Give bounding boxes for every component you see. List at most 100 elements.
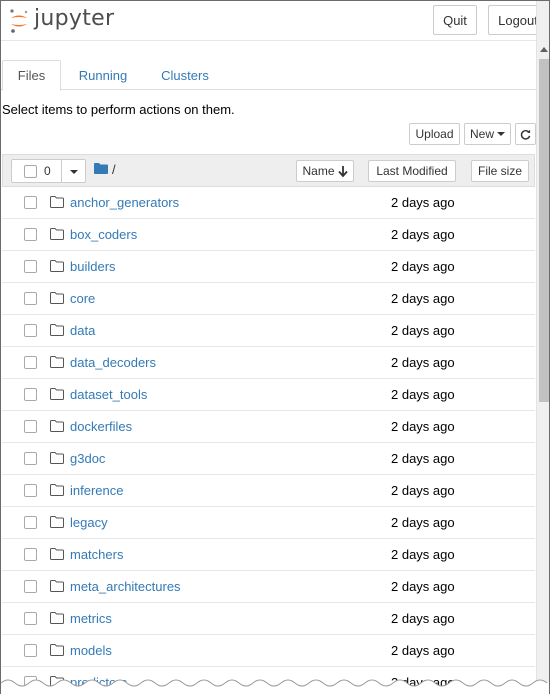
item-checkbox[interactable] [24, 228, 37, 241]
instructions-text: Select items to perform actions on them. [2, 102, 235, 117]
item-name-link[interactable]: meta_architectures [70, 579, 181, 594]
sort-by-last-modified-button[interactable]: Last Modified [368, 160, 456, 182]
jupyter-window: jupyter Quit Logout Files Running Cluste… [0, 0, 550, 694]
folder-icon [50, 516, 64, 528]
folder-icon [50, 324, 64, 336]
item-checkbox[interactable] [24, 356, 37, 369]
tab-running[interactable]: Running [67, 60, 139, 90]
list-item[interactable]: inference 2 days ago [2, 475, 535, 507]
item-name-link[interactable]: models [70, 643, 112, 658]
item-name-link[interactable]: builders [70, 259, 116, 274]
tab-clusters[interactable]: Clusters [149, 60, 221, 90]
sort-by-file-size-button[interactable]: File size [471, 160, 529, 182]
item-checkbox[interactable] [24, 196, 37, 209]
folder-icon [50, 580, 64, 592]
item-checkbox[interactable] [24, 548, 37, 561]
selected-count: 0 [44, 164, 51, 178]
new-label: New [469, 127, 494, 141]
list-item[interactable]: matchers 2 days ago [2, 539, 535, 571]
item-checkbox[interactable] [24, 452, 37, 465]
new-dropdown-button[interactable]: New [464, 123, 511, 145]
list-item[interactable]: data 2 days ago [2, 315, 535, 347]
item-last-modified: 2 days ago [391, 451, 455, 466]
folder-icon [50, 228, 64, 240]
select-all-dropdown[interactable]: 0 [11, 159, 86, 183]
item-name-link[interactable]: core [70, 291, 95, 306]
item-checkbox[interactable] [24, 580, 37, 593]
item-last-modified: 2 days ago [391, 355, 455, 370]
scrollbar-thumb[interactable] [539, 59, 549, 402]
item-checkbox[interactable] [24, 388, 37, 401]
item-last-modified: 2 days ago [391, 195, 455, 210]
folder-icon [50, 548, 64, 560]
item-last-modified: 2 days ago [391, 419, 455, 434]
folder-icon [50, 388, 64, 400]
list-item[interactable]: meta_architectures 2 days ago [2, 571, 535, 603]
upload-button[interactable]: Upload [409, 123, 460, 145]
vertical-scrollbar[interactable] [536, 1, 549, 694]
folder-icon [50, 196, 64, 208]
item-name-link[interactable]: data [70, 323, 95, 338]
folder-icon[interactable] [94, 163, 108, 174]
item-name-link[interactable]: dataset_tools [70, 387, 147, 402]
list-item[interactable]: metrics 2 days ago [2, 603, 535, 635]
refresh-button[interactable] [515, 123, 536, 145]
folder-icon [50, 356, 64, 368]
item-checkbox[interactable] [24, 484, 37, 497]
item-checkbox[interactable] [24, 612, 37, 625]
list-item[interactable]: legacy 2 days ago [2, 507, 535, 539]
list-item[interactable]: box_coders 2 days ago [2, 219, 535, 251]
item-checkbox[interactable] [24, 260, 37, 273]
item-name-link[interactable]: matchers [70, 547, 123, 562]
file-list-header: 0 / Name Last Modified File size [2, 154, 535, 187]
quit-button[interactable]: Quit [433, 5, 477, 35]
list-item[interactable]: data_decoders 2 days ago [2, 347, 535, 379]
divider [61, 160, 62, 182]
caret-down-icon [497, 132, 505, 136]
item-name-link[interactable]: data_decoders [70, 355, 156, 370]
item-name-link[interactable]: metrics [70, 611, 112, 626]
item-checkbox[interactable] [24, 324, 37, 337]
item-last-modified: 2 days ago [391, 515, 455, 530]
item-last-modified: 2 days ago [391, 579, 455, 594]
list-item[interactable]: models 2 days ago [2, 635, 535, 667]
item-name-link[interactable]: inference [70, 483, 123, 498]
item-last-modified: 2 days ago [391, 643, 455, 658]
list-item[interactable]: dataset_tools 2 days ago [2, 379, 535, 411]
file-list: anchor_generators 2 days ago box_coders 2 d… [2, 187, 535, 694]
list-item[interactable]: g3doc 2 days ago [2, 443, 535, 475]
list-item[interactable]: builders 2 days ago [2, 251, 535, 283]
chevron-down-icon[interactable] [70, 170, 78, 174]
jupyter-logo[interactable]: jupyter [8, 6, 114, 36]
tab-files[interactable]: Files [2, 60, 61, 91]
list-item[interactable]: anchor_generators 2 days ago [2, 187, 535, 219]
jupyter-logo-icon [10, 9, 28, 33]
folder-icon [50, 452, 64, 464]
list-item[interactable]: core 2 days ago [2, 283, 535, 315]
item-checkbox[interactable] [24, 516, 37, 529]
item-checkbox[interactable] [24, 292, 37, 305]
select-all-checkbox[interactable] [24, 165, 37, 178]
item-last-modified: 2 days ago [391, 547, 455, 562]
scroll-up-arrow-icon[interactable] [537, 41, 549, 58]
folder-icon [50, 260, 64, 272]
list-item[interactable]: dockerfiles 2 days ago [2, 411, 535, 443]
item-name-link[interactable]: dockerfiles [70, 419, 132, 434]
item-last-modified: 2 days ago [391, 611, 455, 626]
item-checkbox[interactable] [24, 644, 37, 657]
item-last-modified: 2 days ago [391, 259, 455, 274]
sort-by-name-button[interactable]: Name [296, 160, 354, 182]
item-checkbox[interactable] [24, 420, 37, 433]
breadcrumb-path[interactable]: / [112, 162, 116, 177]
tab-bar: Files Running Clusters [1, 60, 536, 91]
header-bar: jupyter Quit Logout [1, 1, 548, 41]
item-name-link[interactable]: legacy [70, 515, 108, 530]
folder-icon [50, 644, 64, 656]
item-last-modified: 2 days ago [391, 323, 455, 338]
item-name-link[interactable]: box_coders [70, 227, 137, 242]
item-name-link[interactable]: g3doc [70, 451, 105, 466]
item-last-modified: 2 days ago [391, 227, 455, 242]
torn-edge [1, 679, 549, 694]
item-name-link[interactable]: anchor_generators [70, 195, 179, 210]
folder-icon [50, 292, 64, 304]
